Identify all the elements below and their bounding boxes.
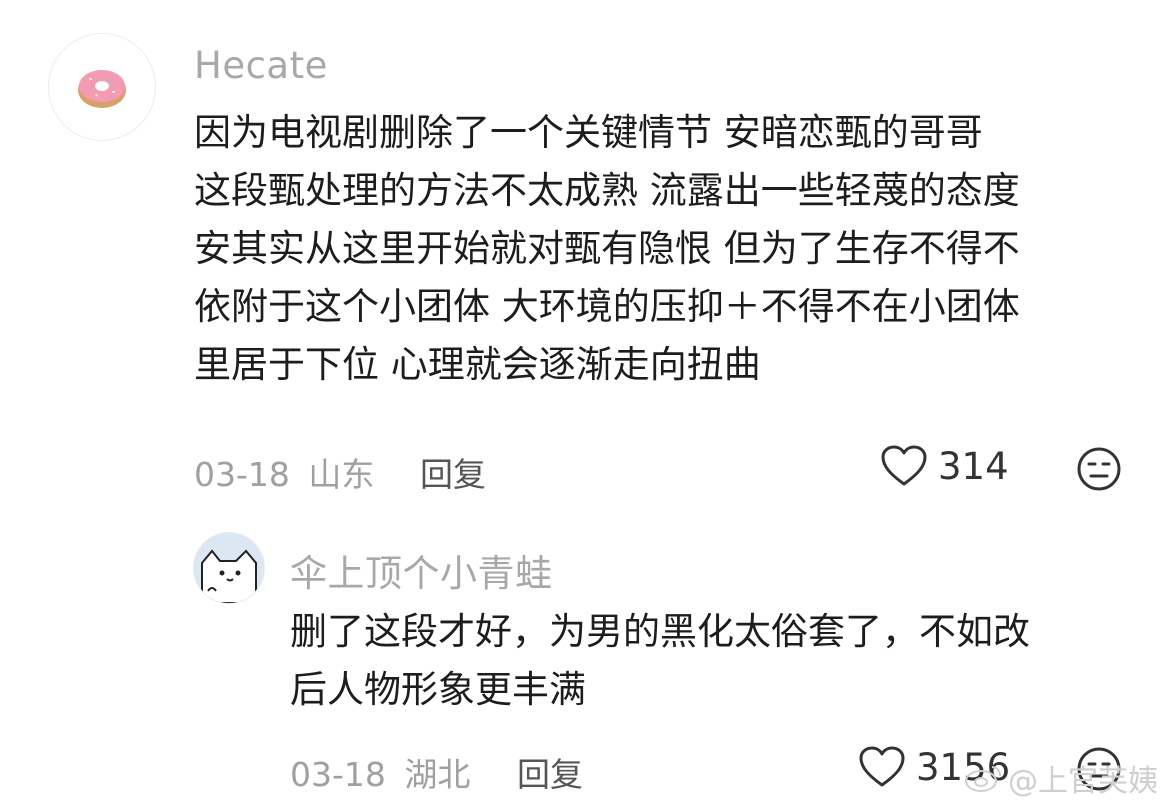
avatar-frog[interactable] [193, 532, 265, 604]
avatar-hecate[interactable] [48, 33, 156, 141]
comment-text: 因为电视剧删除了一个关键情节 安暗恋甄的哥哥 这段甄处理的方法不太成熟 流露出一… [194, 104, 1020, 394]
comment-line: 后人物形象更丰满 [290, 668, 586, 711]
watermark: @上官芙姨 [964, 756, 1158, 800]
comment-line: 删了这段才好，为男的黑化太俗套了，不如改 [290, 610, 1030, 653]
comment-location: 湖北 [404, 755, 471, 794]
comment-line: 这段甄处理的方法不太成熟 流露出一些轻蔑的态度 [194, 169, 1020, 212]
comment-meta: 03-18 山东 [194, 448, 374, 496]
reply-button[interactable]: 回复 [517, 748, 583, 796]
donut-icon [78, 70, 126, 108]
comment-username[interactable]: 伞上顶个小青蛙 [290, 543, 553, 597]
comment-line: 安其实从这里开始就对甄有隐恨 但为了生存不得不 [194, 227, 1020, 270]
like-button[interactable]: 314 [880, 444, 1009, 488]
watermark-text: @上官芙姨 [1008, 764, 1158, 799]
comment-line: 因为电视剧删除了一个关键情节 安暗恋甄的哥哥 [194, 111, 983, 154]
comment-line: 依附于这个小团体 大环境的压抑＋不得不在小团体 [194, 285, 1020, 328]
comment-date: 03-18 [194, 455, 290, 494]
like-count: 314 [938, 444, 1009, 488]
weibo-icon [965, 766, 1001, 792]
neutral-face-icon [1077, 447, 1121, 491]
comment-meta: 03-18 湖北 [290, 748, 470, 796]
comment-line: 里居于下位 心理就会逐渐走向扭曲 [194, 343, 761, 386]
comment-date: 03-18 [290, 755, 386, 794]
reply-button[interactable]: 回复 [420, 448, 486, 496]
reaction-button[interactable] [1076, 446, 1122, 496]
cartoon-cat-icon [194, 533, 264, 603]
comment-username[interactable]: Hecate [194, 44, 328, 87]
comment-text: 删了这段才好，为男的黑化太俗套了，不如改 后人物形象更丰满 [290, 603, 1030, 719]
heart-icon [859, 746, 905, 787]
comment-location: 山东 [308, 455, 375, 494]
heart-icon [881, 445, 927, 486]
